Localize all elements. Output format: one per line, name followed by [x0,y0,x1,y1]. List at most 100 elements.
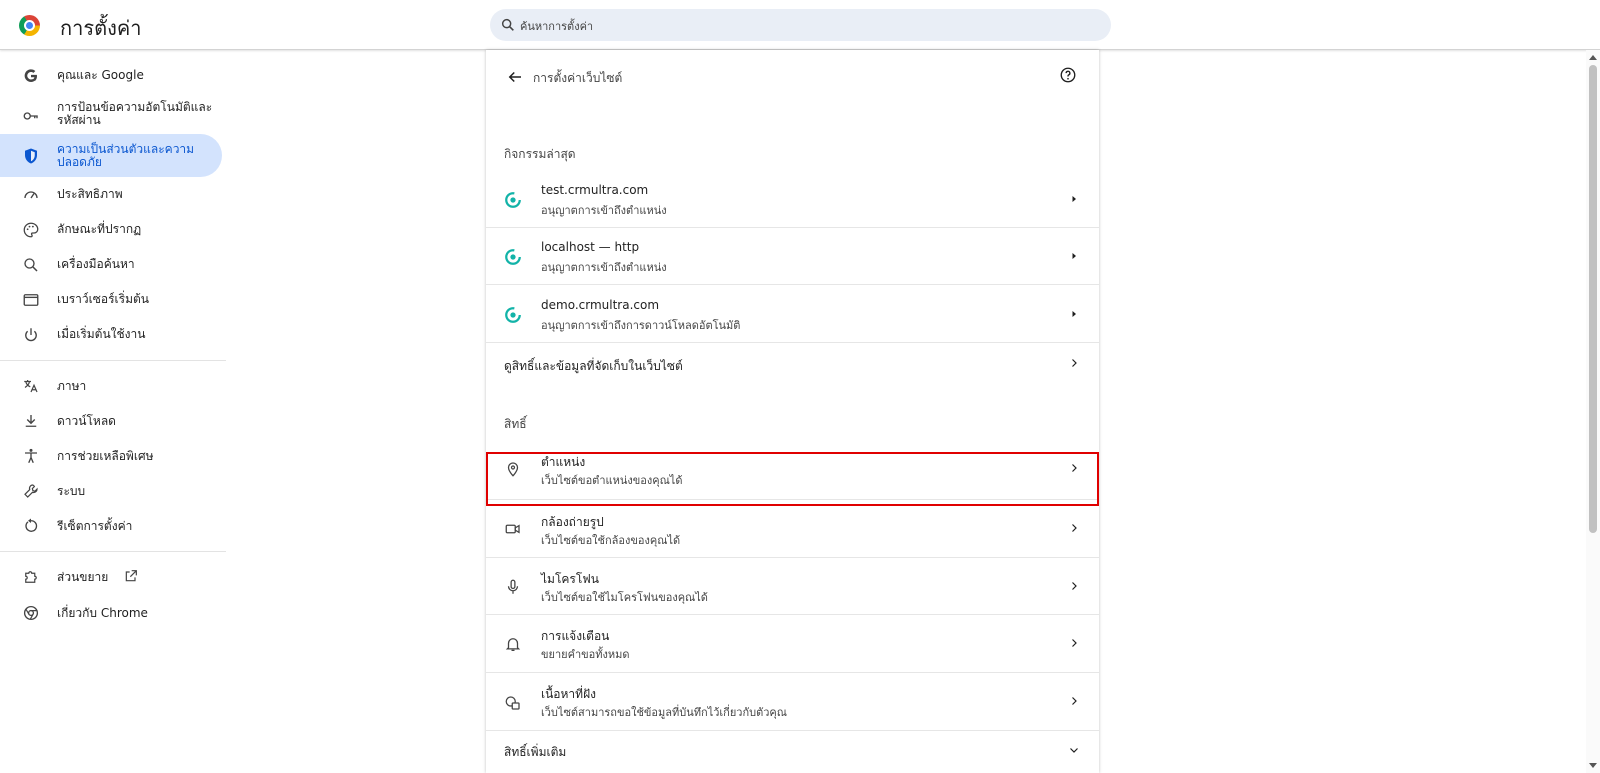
palette-icon [23,222,39,238]
sidebar-item-search-engine[interactable]: เครื่องมือค้นหา [0,244,222,284]
chevron-right-icon [1072,639,1077,647]
permission-title: กล้องถ่ายรูป [541,515,604,529]
card-title: การตั้งค่าเว็บไซต์ [533,71,623,85]
sidebar-item-label: ลักษณะที่ปรากฏ [57,222,142,236]
sidebar-item-default-browser[interactable]: เบราว์เซอร์เริ่มต้น [0,279,222,319]
chevron-right-icon [1072,524,1077,532]
sidebar-item-label: คุณและ Google [57,68,144,82]
permission-subtitle: เว็บไซต์สามารถขอใช้ข้อมูลที่บันทึกไว้เกี… [541,706,787,719]
sidebar-item-system[interactable]: ระบบ [0,470,222,510]
site-permission-detail: อนุญาตการเข้าถึงตำแหน่ง [541,204,667,217]
chrome-icon [23,605,39,621]
browser-window-icon [23,294,39,306]
sidebar-item-label: เกี่ยวกับ Chrome [57,606,148,620]
recent-activity-heading: กิจกรรมล่าสุด [504,147,576,161]
sidebar-item-you-and-google[interactable]: คุณและ Google [0,55,222,95]
permission-title: เนื้อหาที่ฝัง [541,687,596,701]
sidebar-item-label: การช่วยเหลือพิเศษ [57,449,154,463]
chevron-down-icon [1070,748,1078,753]
chevron-right-icon [1072,359,1077,367]
sidebar-item-performance[interactable]: ประสิทธิภาพ [0,174,222,214]
sidebar-item-about-chrome[interactable]: เกี่ยวกับ Chrome [0,592,222,632]
scrollbar-thumb[interactable] [1589,65,1597,533]
speedometer-icon [24,191,38,199]
scroll-up-arrow-icon[interactable] [1589,55,1597,60]
permission-row-location[interactable]: ตำแหน่ง เว็บไซต์ขอตำแหน่งของคุณได้ [486,442,1099,500]
recent-site-row[interactable]: localhost — http อนุญาตการเข้าถึงตำแหน่ง [486,228,1099,285]
chrome-logo-icon [19,15,40,36]
recent-site-row[interactable]: test.crmultra.com อนุญาตการเข้าถึงตำแหน่… [486,170,1099,228]
page-scrollbar[interactable] [1586,50,1600,773]
help-icon[interactable] [1059,66,1077,84]
sidebar-item-autofill[interactable]: การป้อนข้อความอัตโนมัติและ รหัสผ่าน [0,95,222,137]
permission-row-camera[interactable]: กล้องถ่ายรูป เว็บไซต์ขอใช้กล้องของคุณได้ [486,500,1099,558]
permission-subtitle: เว็บไซต์ขอใช้ไมโครโฟนของคุณได้ [541,591,708,604]
sidebar-divider [0,360,226,361]
open-external-icon [125,570,137,582]
sidebar-item-label-line2: ปลอดภัย [57,155,102,169]
search-input[interactable]: ค้นหาการตั้งค่า [490,9,1111,41]
site-settings-card: การตั้งค่าเว็บไซต์ กิจกรรมล่าสุด test.cr… [486,50,1099,773]
key-icon [23,112,38,120]
site-favicon-icon [505,192,521,208]
permission-subtitle: เว็บไซต์ขอใช้กล้องของคุณได้ [541,534,681,547]
arrow-right-icon [1072,311,1076,317]
search-placeholder: ค้นหาการตั้งค่า [520,20,594,33]
site-favicon-icon [505,307,521,323]
sidebar-item-label: เมื่อเริ่มต้นใช้งาน [57,327,146,341]
top-bar: การตั้งค่า ค้นหาการตั้งค่า [0,0,1600,50]
search-icon [24,258,38,272]
chevron-right-icon [1072,582,1077,590]
chevron-right-icon [1072,697,1077,705]
permission-row-notifications[interactable]: การแจ้งเตือน ขยายคำขอทั้งหมด [486,615,1099,673]
arrow-right-icon [1072,253,1076,259]
sidebar-item-label-line1: ความเป็นส่วนตัวและความ [57,142,195,156]
sidebar-item-accessibility[interactable]: การช่วยเหลือพิเศษ [0,435,222,475]
location-pin-icon [507,462,519,477]
site-name: test.crmultra.com [541,183,649,197]
chevron-right-icon [1072,464,1077,472]
more-permissions-label: สิทธิ์เพิ่มเติม [504,745,567,759]
more-permissions-row[interactable]: สิทธิ์เพิ่มเติม [486,731,1099,773]
site-name: localhost — http [541,240,640,254]
sidebar-item-label: ดาวน์โหลด [57,414,116,428]
sidebar-item-on-startup[interactable]: เมื่อเริ่มต้นใช้งาน [0,314,222,354]
google-g-icon [24,69,37,82]
scroll-down-arrow-icon[interactable] [1589,763,1597,768]
sidebar-item-languages[interactable]: ภาษา [0,365,222,405]
sidebar-item-label: เครื่องมือค้นหา [57,257,135,271]
reset-icon [25,518,38,532]
microphone-icon [507,579,519,594]
sidebar-item-label: ประสิทธิภาพ [57,187,123,201]
permission-subtitle: ขยายคำขอทั้งหมด [541,648,630,661]
permissions-heading: สิทธิ์ [504,417,527,431]
sidebar-item-downloads[interactable]: ดาวน์โหลด [0,400,222,440]
translate-icon [24,380,38,393]
bell-icon [505,638,521,652]
sidebar-item-label: ภาษา [57,379,87,393]
camera-icon [505,524,520,534]
download-icon [25,415,37,427]
recent-site-row[interactable]: demo.crmultra.com อนุญาตการเข้าถึงการดาว… [486,285,1099,343]
arrow-right-icon [1072,196,1076,202]
permission-title: ตำแหน่ง [541,455,586,469]
shield-icon [25,148,37,164]
sidebar-divider [0,551,226,552]
power-icon [25,328,37,342]
permission-title: การแจ้งเตือน [541,629,610,643]
view-permissions-row[interactable]: ดูสิทธิ์และข้อมูลที่จัดเก็บในเว็บไซต์ [486,343,1099,385]
permission-row-microphone[interactable]: ไมโครโฟน เว็บไซต์ขอใช้ไมโครโฟนของคุณได้ [486,558,1099,615]
permission-row-embedded-content[interactable]: เนื้อหาที่ฝัง เว็บไซต์สามารถขอใช้ข้อมูลท… [486,673,1099,731]
sidebar-item-label: รีเซ็ตการตั้งค่า [57,519,133,533]
site-permission-detail: อนุญาตการเข้าถึงตำแหน่ง [541,261,667,274]
sidebar-item-extensions[interactable]: ส่วนขยาย [0,556,222,596]
sidebar-item-reset-settings[interactable]: รีเซ็ตการตั้งค่า [0,505,222,545]
page-title: การตั้งค่า [60,16,142,40]
permission-title: ไมโครโฟน [541,572,600,586]
sidebar-item-privacy[interactable]: ความเป็นส่วนตัวและความ ปลอดภัย [0,134,222,177]
search-icon [501,18,514,31]
sidebar-item-appearance[interactable]: ลักษณะที่ปรากฏ [0,209,222,249]
site-permission-detail: อนุญาตการเข้าถึงการดาวน์โหลดอัตโนมัติ [541,319,741,332]
accessibility-icon [25,448,37,464]
back-arrow-icon[interactable] [506,68,524,86]
